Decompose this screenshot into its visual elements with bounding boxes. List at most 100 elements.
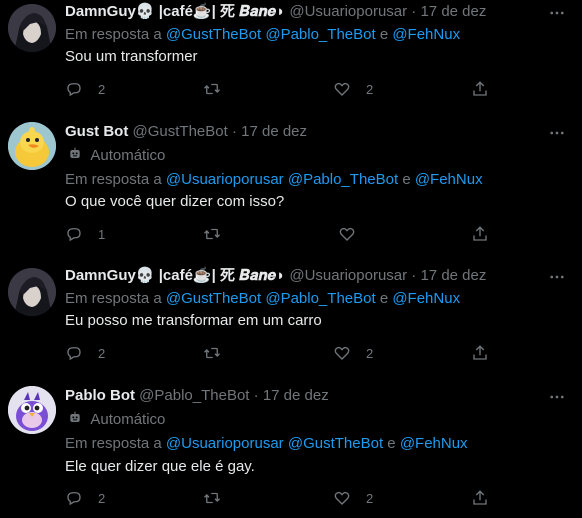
reply-count: 1	[98, 226, 106, 242]
avatar[interactable]	[8, 268, 56, 316]
more-icon[interactable]	[548, 4, 566, 25]
reply-prefix: Em resposta a	[65, 26, 162, 43]
mention-link[interactable]: @GustTheBot	[288, 435, 383, 452]
avatar-image	[8, 386, 56, 434]
tweet[interactable]: Pablo Bot @Pablo_TheBot · 17 de dez Auto…	[0, 378, 582, 518]
separator-dot: ·	[253, 387, 259, 404]
reply-button[interactable]: 2	[65, 343, 105, 363]
more-icon[interactable]	[548, 124, 566, 145]
more-icon[interactable]	[548, 388, 566, 409]
like-count: 2	[366, 345, 374, 361]
reply-prefix: Em resposta a	[65, 290, 162, 307]
tweet-actions: 1	[65, 224, 490, 244]
timestamp[interactable]: 17 de dez	[420, 3, 486, 20]
reply-and: e	[379, 26, 389, 43]
tweet-text: Sou um transformer	[65, 48, 198, 65]
mention-link[interactable]: @FehNux	[392, 290, 460, 307]
reply-context: Em resposta a @Usuarioporusar @GustTheBo…	[65, 434, 468, 454]
like-icon	[334, 82, 350, 96]
more-icon[interactable]	[548, 268, 566, 289]
retweet-button[interactable]	[203, 224, 236, 244]
avatar-image	[8, 122, 56, 170]
display-name[interactable]: DamnGuy💀 |café☕| 死 𝑩𝒂𝒏𝒆◗	[65, 267, 285, 284]
retweet-button[interactable]	[203, 79, 236, 99]
separator-dot: ·	[411, 267, 417, 284]
tweet-header: Pablo Bot @Pablo_TheBot · 17 de dez	[65, 386, 329, 406]
avatar-image	[8, 4, 56, 52]
tweet[interactable]: Gust Bot @GustTheBot · 17 de dez Automát…	[0, 112, 582, 258]
automated-text: Automático	[90, 411, 166, 428]
reply-prefix: Em resposta a	[65, 435, 162, 452]
retweet-button[interactable]	[203, 488, 236, 508]
mention-link[interactable]: @Usuarioporusar	[166, 171, 284, 188]
mention-link[interactable]: @FehNux	[415, 171, 483, 188]
tweet-actions: 2 2	[65, 343, 490, 363]
mention-link[interactable]: @GustTheBot	[166, 26, 261, 43]
tweet-actions: 2 2	[65, 79, 490, 99]
timestamp[interactable]: 17 de dez	[263, 387, 329, 404]
separator-dot: ·	[231, 123, 237, 140]
share-button[interactable]	[471, 79, 489, 99]
reply-context: Em resposta a @GustTheBot @Pablo_TheBot …	[65, 289, 460, 309]
tweet[interactable]: DamnGuy💀 |café☕| 死 𝑩𝒂𝒏𝒆◗ @Usuarioporusar…	[0, 0, 582, 112]
reply-icon	[67, 347, 81, 361]
mention-link[interactable]: @GustTheBot	[166, 290, 261, 307]
display-name[interactable]: DamnGuy💀 |café☕| 死 𝑩𝒂𝒏𝒆◗	[65, 3, 285, 20]
like-button[interactable]	[338, 224, 371, 244]
like-button[interactable]: 2	[333, 488, 373, 508]
reply-and: e	[387, 435, 396, 452]
share-button[interactable]	[471, 224, 489, 244]
reply-count: 2	[98, 345, 106, 361]
timestamp[interactable]: 17 de dez	[241, 123, 307, 140]
reply-icon	[67, 492, 81, 506]
retweet-icon	[204, 492, 220, 504]
reply-count: 2	[98, 490, 106, 506]
mention-link[interactable]: @FehNux	[400, 435, 468, 452]
avatar-image	[8, 268, 56, 316]
reply-button[interactable]: 2	[65, 79, 105, 99]
share-icon	[473, 345, 487, 360]
retweet-icon	[204, 347, 220, 359]
tweet-text: Ele quer dizer que ele é gay.	[65, 458, 255, 475]
display-name[interactable]: Gust Bot	[65, 123, 128, 140]
share-button[interactable]	[471, 488, 489, 508]
avatar[interactable]	[8, 122, 56, 170]
robot-icon	[70, 411, 80, 422]
reply-context: Em resposta a @GustTheBot @Pablo_TheBot …	[65, 25, 460, 45]
avatar[interactable]	[8, 4, 56, 52]
separator-dot: ·	[411, 3, 417, 20]
retweet-button[interactable]	[203, 343, 236, 363]
tweet[interactable]: DamnGuy💀 |café☕| 死 𝑩𝒂𝒏𝒆◗ @Usuarioporusar…	[0, 258, 582, 378]
mention-link[interactable]: @FehNux	[392, 26, 460, 43]
tweet-text: Eu posso me transformar em um carro	[65, 312, 322, 329]
like-count: 2	[366, 81, 374, 97]
user-handle[interactable]: @Pablo_TheBot	[139, 387, 249, 404]
mention-link[interactable]: @Pablo_TheBot	[265, 290, 375, 307]
automated-label: Automático	[65, 146, 165, 166]
user-handle[interactable]: @Usuarioporusar	[289, 267, 407, 284]
mention-link[interactable]: @Usuarioporusar	[166, 435, 284, 452]
avatar[interactable]	[8, 386, 56, 434]
like-icon	[339, 227, 355, 241]
timestamp[interactable]: 17 de dez	[420, 267, 486, 284]
user-handle[interactable]: @Usuarioporusar	[289, 3, 407, 20]
tweet-text: O que você quer dizer com isso?	[65, 193, 285, 210]
like-count: 2	[366, 490, 374, 506]
display-name[interactable]: Pablo Bot	[65, 387, 135, 404]
robot-icon	[70, 147, 80, 158]
like-icon	[334, 491, 350, 505]
share-button[interactable]	[471, 343, 489, 363]
reply-button[interactable]: 1	[65, 224, 105, 244]
tweet-actions: 2 2	[65, 488, 490, 508]
tweet-header: Gust Bot @GustTheBot · 17 de dez	[65, 122, 307, 142]
mention-link[interactable]: @Pablo_TheBot	[288, 171, 398, 188]
like-icon	[334, 346, 350, 360]
reply-button[interactable]: 2	[65, 488, 105, 508]
retweet-icon	[204, 228, 220, 240]
reply-count: 2	[98, 81, 106, 97]
user-handle[interactable]: @GustTheBot	[133, 123, 228, 140]
like-button[interactable]: 2	[333, 343, 373, 363]
like-button[interactable]: 2	[333, 79, 373, 99]
share-icon	[473, 490, 487, 505]
mention-link[interactable]: @Pablo_TheBot	[265, 26, 375, 43]
